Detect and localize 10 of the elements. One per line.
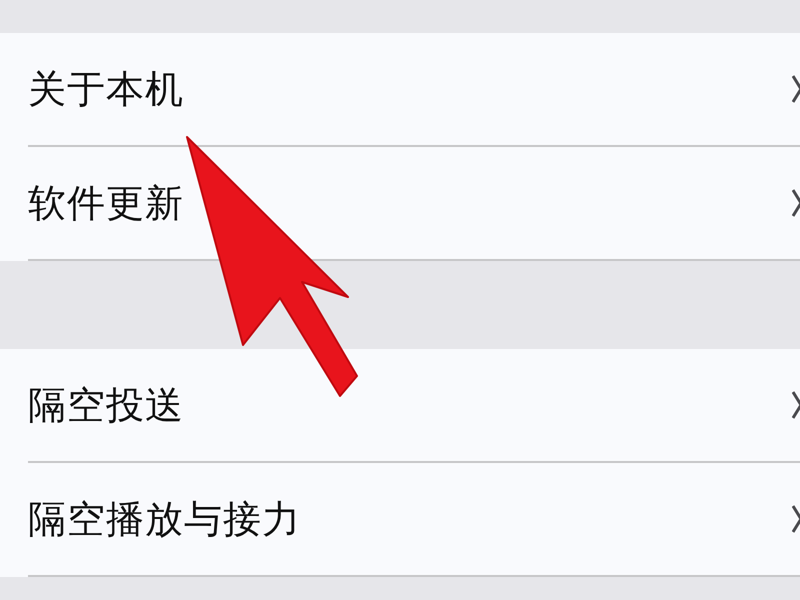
chevron-icon	[792, 188, 800, 218]
row-label: 软件更新	[28, 180, 184, 226]
row-label: 隔空播放与接力	[28, 496, 301, 542]
row-label: 关于本机	[28, 66, 184, 112]
chevron-icon	[792, 390, 800, 420]
chevron-icon	[792, 504, 800, 534]
settings-row[interactable]: 关于本机	[28, 33, 800, 147]
settings-row[interactable]: 隔空播放与接力	[28, 463, 800, 577]
row-label: 隔空投送	[28, 382, 184, 428]
chevron-icon	[792, 74, 800, 104]
